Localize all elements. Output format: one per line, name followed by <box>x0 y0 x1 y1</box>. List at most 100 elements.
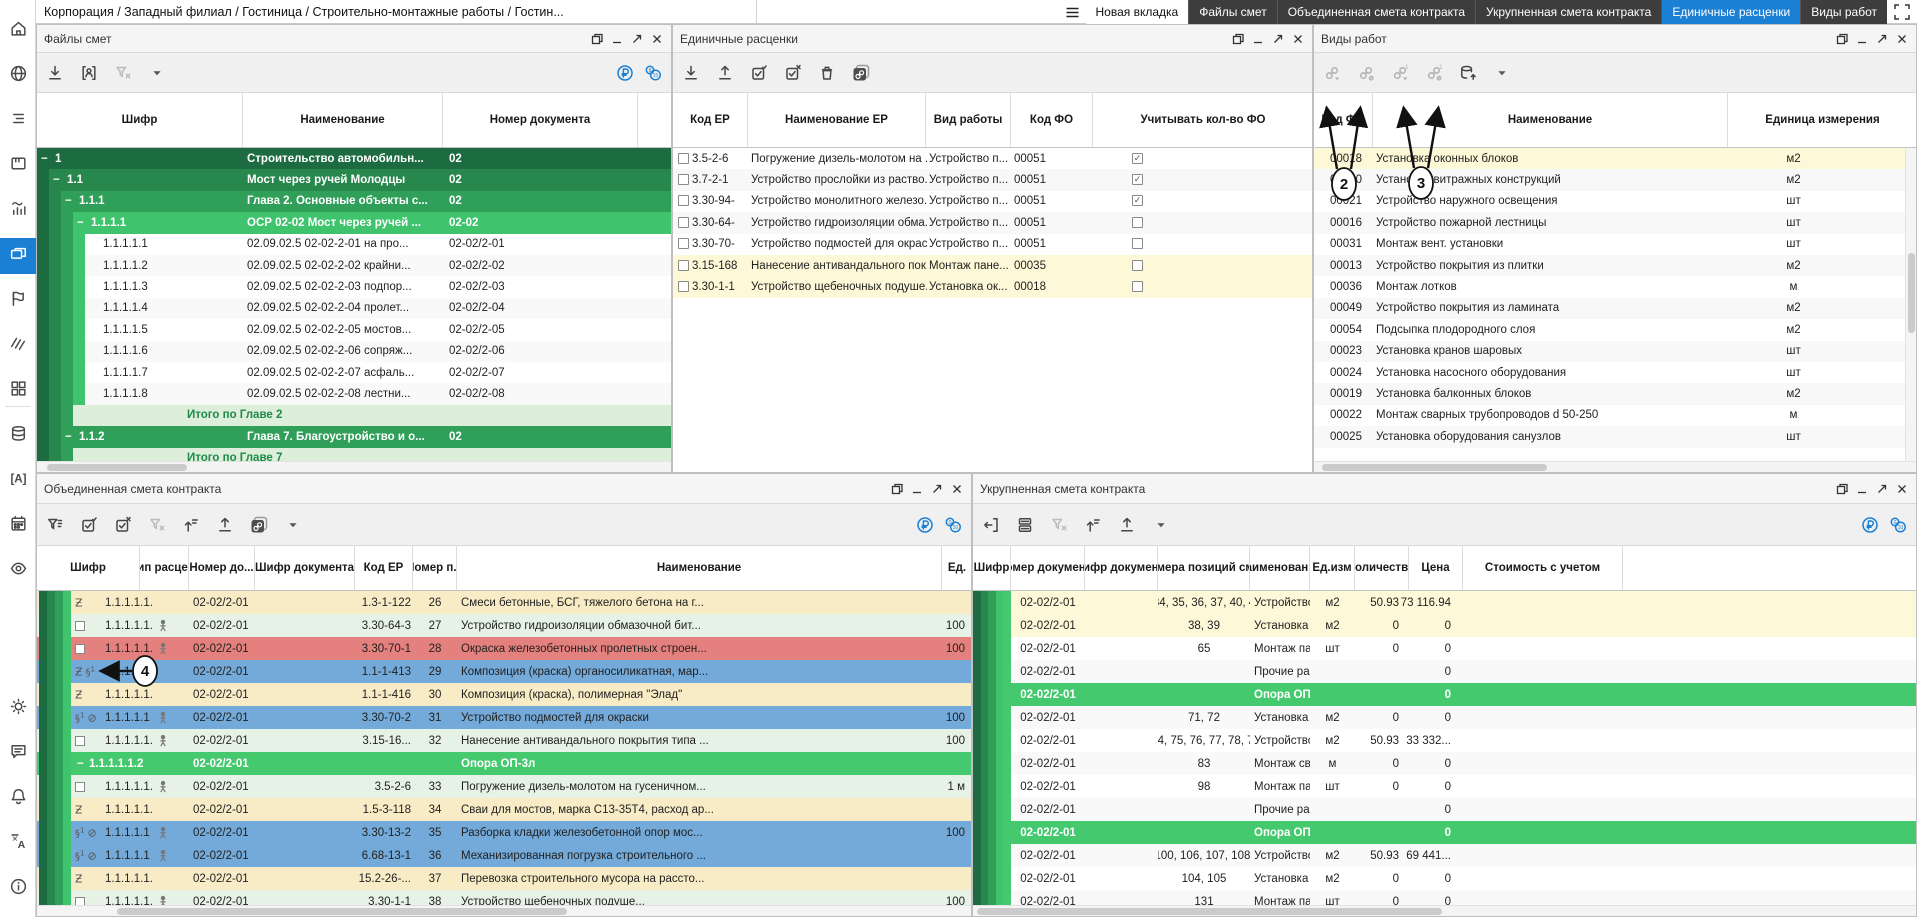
table-row[interactable]: 00016Устройство пожарной лестницышт <box>1314 212 1916 233</box>
filter-settings-icon[interactable] <box>45 515 65 535</box>
table-row[interactable]: Ƶ1.1.1.1.1.102-02/2-011.3-1-12226Смеси б… <box>37 591 971 614</box>
column-header[interactable]: Ед.изм <box>1310 546 1355 590</box>
table-row[interactable]: 02-02/2-01104, 105Установка окон...м200 <box>973 867 1916 890</box>
table-row[interactable]: 00025Установка оборудования санузловшт <box>1314 426 1916 447</box>
tab-3[interactable]: Укрупненная смета контракта <box>1475 0 1661 24</box>
column-header[interactable]: Цена <box>1409 546 1463 590</box>
registry-icon[interactable] <box>1015 515 1035 535</box>
maximize-icon[interactable] <box>631 33 643 45</box>
sidebar-item-calendar[interactable] <box>0 508 36 544</box>
column-header[interactable]: Номер до... <box>189 546 255 590</box>
count-checkbox[interactable]: ✓ <box>1132 174 1143 185</box>
column-header[interactable]: Наименование <box>1373 93 1728 147</box>
sidebar-item-chat[interactable] <box>0 736 36 772</box>
breadcrumb[interactable]: Корпорация / Западный филиал / Гостиница… <box>44 0 744 24</box>
column-header[interactable]: Номера позиций смет <box>1158 546 1250 590</box>
column-header[interactable]: Наименование ЕР <box>748 93 926 147</box>
row-checkbox[interactable] <box>678 238 689 249</box>
table-row[interactable]: 1.1.1.1.1.202-02/2-013.30-1-138Устройств… <box>37 890 971 905</box>
table-row[interactable]: 3.7-2-1Устройство прослойки из раство...… <box>673 169 1312 190</box>
expand-tabs-icon[interactable] <box>1893 3 1911 26</box>
deselect-all-icon[interactable] <box>113 515 133 535</box>
row-checkbox[interactable] <box>678 281 689 292</box>
column-header[interactable]: Номер документа <box>443 93 638 147</box>
column-header[interactable]: Количество <box>1355 546 1409 590</box>
column-header[interactable]: Единица измерения <box>1728 93 1917 147</box>
import-icon[interactable] <box>45 63 65 83</box>
table-row[interactable]: 1.1.1.1.302.09.02.5 02-02-2-03 подпор...… <box>37 276 671 297</box>
db-export-icon[interactable] <box>1458 63 1478 83</box>
table-row[interactable]: 02-02/2-0199, 100, 106, 107, 108, 1...Ус… <box>973 844 1916 867</box>
table-row[interactable]: 1.1.1.1.102.09.02.5 02-02-2-01 на про...… <box>37 234 671 255</box>
count-checkbox[interactable] <box>1132 260 1143 271</box>
coins-icon[interactable]: 010 <box>1888 515 1908 535</box>
close-icon[interactable] <box>651 33 663 45</box>
count-checkbox[interactable]: ✓ <box>1132 153 1143 164</box>
table-row[interactable]: 3.30-1-1Устройство щебеночных подуше...У… <box>673 276 1312 297</box>
exit-icon[interactable] <box>981 515 1001 535</box>
column-header[interactable]: Вид работы <box>926 93 1011 147</box>
export-icon[interactable] <box>715 63 735 83</box>
deselect-all-icon[interactable] <box>783 63 803 83</box>
minimize-icon[interactable] <box>1252 33 1264 45</box>
table-row[interactable]: 1.1.1.1.1.102-02/2-013.15-16...32Нанесен… <box>37 729 971 752</box>
select-all-icon[interactable] <box>749 63 769 83</box>
sidebar-item-notifications[interactable] <box>0 781 36 817</box>
table-row[interactable]: 02-02/2-0138, 39Установка окон...м200 <box>973 614 1916 637</box>
column-header[interactable]: Код ЕР <box>673 93 748 147</box>
table-row[interactable]: 00023Установка кранов шаровыхшт <box>1314 341 1916 362</box>
table-row[interactable]: 00013Устройство покрытия из плитким2 <box>1314 255 1916 276</box>
table-row[interactable]: 02-02/2-01131Монтаж панели ...шт00 <box>973 890 1916 905</box>
table-row[interactable]: −1.1.1Глава 2. Основные объекты с...02 <box>37 191 671 212</box>
table-row[interactable]: 02-02/2-01Прочие работы0 <box>973 798 1916 821</box>
maximize-icon[interactable] <box>1876 483 1888 495</box>
table-row[interactable]: 00022Монтаж сварных трубопроводов d 50-2… <box>1314 405 1916 426</box>
column-header[interactable]: Наименование <box>457 546 942 590</box>
table-row[interactable]: §1⊘1.1.1.1.102-02/2-013.30-13-235Разборк… <box>37 821 971 844</box>
column-header[interactable]: Стоимость с учетом <box>1463 546 1623 590</box>
table-row[interactable]: 1.1.1.1.1.102-02/2-013.30-70-128Окраска … <box>37 637 971 660</box>
table-row[interactable]: 3.5-2-6Погружение дизель-молотом на ...У… <box>673 148 1312 169</box>
column-header[interactable]: Шифр документа <box>255 546 355 590</box>
ruble-icon[interactable] <box>615 63 635 83</box>
table-row[interactable]: −1.1.2Глава 7. Благоустройство и о...02 <box>37 426 671 447</box>
tab-0[interactable]: Новая вкладка <box>1086 0 1189 24</box>
maximize-icon[interactable] <box>1876 33 1888 45</box>
row-checkbox[interactable] <box>678 153 689 164</box>
table-row[interactable]: 00018Установка оконных блоковм2 <box>1314 148 1916 169</box>
row-checkbox[interactable] <box>678 174 689 185</box>
sidebar-item-flag[interactable] <box>0 283 36 319</box>
dropdown-icon[interactable] <box>147 63 167 83</box>
table-row[interactable]: Ƶ1.1.1.1.1.202-02/2-0115.2-26-...37Перев… <box>37 867 971 890</box>
coins-icon[interactable]: 010 <box>943 515 963 535</box>
table-row[interactable]: 1.1.1.1.202.09.02.5 02-02-2-02 крайни...… <box>37 255 671 276</box>
ruble-icon[interactable] <box>1860 515 1880 535</box>
table-row[interactable]: §1⊘1.1.1.1.102-02/2-016.68-13-136Механиз… <box>37 844 971 867</box>
link-badge-icon[interactable] <box>851 63 871 83</box>
close-icon[interactable] <box>1896 483 1908 495</box>
table-row[interactable]: 02-02/2-0173, 74, 75, 76, 77, 78, 79, ..… <box>973 729 1916 752</box>
table-row[interactable]: 00021Устройство наружного освещенияшт <box>1314 191 1916 212</box>
collapse-up-icon[interactable] <box>1083 515 1103 535</box>
table-row[interactable]: 02-02/2-0133, 34, 35, 36, 37, 40, 41,...… <box>973 591 1916 614</box>
table-row[interactable]: 00019Установка балконных блоковм2 <box>1314 383 1916 404</box>
row-checkbox[interactable] <box>678 195 689 206</box>
table-row[interactable]: 00020Установка витражных конструкцийм2 <box>1314 169 1916 190</box>
column-header[interactable]: Код ЕР <box>355 546 413 590</box>
minimize-icon[interactable] <box>1856 483 1868 495</box>
table-row[interactable]: 02-02/2-0183Монтаж сварны...м00 <box>973 752 1916 775</box>
sidebar-item-align[interactable] <box>0 103 36 139</box>
link-badge-icon[interactable] <box>249 515 269 535</box>
table-row[interactable]: 1.1.1.1.402.09.02.5 02-02-2-04 пролет...… <box>37 298 671 319</box>
sidebar-item-chart[interactable] <box>0 193 36 229</box>
count-checkbox[interactable] <box>1132 217 1143 228</box>
tab-2[interactable]: Объединенная смета контракта <box>1277 0 1475 24</box>
table-row[interactable]: 1.1.1.1.702.09.02.5 02-02-2-07 асфаль...… <box>37 362 671 383</box>
close-icon[interactable] <box>1292 33 1304 45</box>
table-row[interactable]: 00054Подсыпка плодородного слоям2 <box>1314 319 1916 340</box>
count-checkbox[interactable] <box>1132 281 1143 292</box>
column-header[interactable]: Шифр <box>973 546 1011 590</box>
table-row[interactable]: 3.15-168Нанесение антивандального пок...… <box>673 255 1312 276</box>
column-header[interactable]: Тип расце... <box>140 546 189 590</box>
table-row[interactable]: 3.30-64-Устройство гидроизоляции обма...… <box>673 212 1312 233</box>
